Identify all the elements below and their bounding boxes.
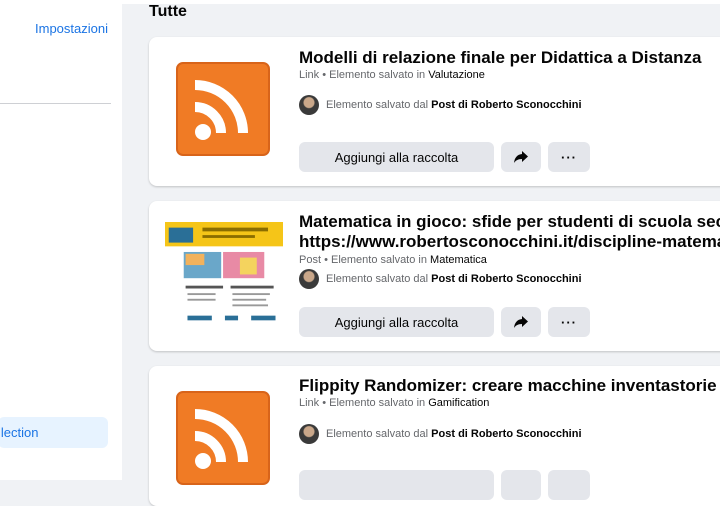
avatar[interactable] xyxy=(299,95,319,115)
item-type: Link xyxy=(299,397,320,409)
sidebar: Impostazioni llection xyxy=(0,0,122,480)
top-bar-edge xyxy=(122,0,720,4)
item-type: Post xyxy=(299,254,322,266)
saved-from-source[interactable]: Post di Roberto Sconocchini xyxy=(431,428,581,440)
item-title[interactable]: Modelli di relazione finale per Didattic… xyxy=(299,48,701,68)
add-to-collection-button[interactable] xyxy=(299,470,494,500)
saved-from-text: Elemento salvato dal Post di Roberto Sco… xyxy=(326,273,582,285)
item-title-url[interactable]: https://www.robertosconocchini.it/discip… xyxy=(299,232,720,252)
saved-from-prefix: Elemento salvato dal xyxy=(326,273,432,285)
share-button[interactable] xyxy=(501,142,541,172)
item-title[interactable]: Flippity Randomizer: creare macchine inv… xyxy=(299,376,717,396)
saved-from-source[interactable]: Post di Roberto Sconocchini xyxy=(431,99,581,111)
item-meta-text: • Elemento salvato in xyxy=(321,254,431,266)
item-title[interactable]: Matematica in gioco: sfide per studenti … xyxy=(299,212,720,232)
add-to-collection-button[interactable]: Aggiungi alla raccolta xyxy=(299,307,494,337)
section-title: Tutte xyxy=(149,3,187,20)
item-meta: Link • Elemento salvato in Valutazione xyxy=(299,69,485,81)
saved-from-prefix: Elemento salvato dal xyxy=(326,428,432,440)
sidebar-divider xyxy=(0,103,111,104)
saved-from-text: Elemento salvato dal Post di Roberto Sco… xyxy=(326,428,582,440)
item-meta-text: • Elemento salvato in xyxy=(319,69,429,81)
add-to-collection-button[interactable]: Aggiungi alla raccolta xyxy=(299,142,494,172)
item-collection-link[interactable]: Gamification xyxy=(428,397,489,409)
sidebar-item-collection[interactable]: llection xyxy=(0,417,108,448)
item-collection-link[interactable]: Matematica xyxy=(430,254,487,266)
saved-from-source[interactable]: Post di Roberto Sconocchini xyxy=(431,273,581,285)
saved-from-text: Elemento salvato dal Post di Roberto Sco… xyxy=(326,99,582,111)
share-button[interactable] xyxy=(501,307,541,337)
rss-icon[interactable] xyxy=(161,51,287,177)
avatar[interactable] xyxy=(299,424,319,444)
item-meta: Post • Elemento salvato in Matematica xyxy=(299,254,487,266)
saved-item-card[interactable]: Flippity Randomizer: creare macchine inv… xyxy=(149,366,720,506)
item-meta-text: • Elemento salvato in xyxy=(319,397,429,409)
sidebar-item-label: llection xyxy=(0,425,39,440)
item-collection-link[interactable]: Valutazione xyxy=(428,69,485,81)
settings-link[interactable]: Impostazioni xyxy=(35,21,108,36)
share-icon xyxy=(514,151,528,163)
item-type: Link xyxy=(299,69,320,81)
article-preview-image[interactable] xyxy=(161,222,287,340)
saved-from-prefix: Elemento salvato dal xyxy=(326,99,432,111)
share-button[interactable] xyxy=(501,470,541,500)
rss-icon[interactable] xyxy=(161,380,287,506)
saved-item-card[interactable]: Modelli di relazione finale per Didattic… xyxy=(149,37,720,186)
more-options-button[interactable]: ··· xyxy=(548,307,590,337)
more-options-button[interactable] xyxy=(548,470,590,500)
avatar[interactable] xyxy=(299,269,319,289)
saved-item-card[interactable]: Matematica in gioco: sfide per studenti … xyxy=(149,201,720,351)
item-meta: Link • Elemento salvato in Gamification xyxy=(299,397,489,409)
more-options-button[interactable]: ··· xyxy=(548,142,590,172)
share-icon xyxy=(514,316,528,328)
